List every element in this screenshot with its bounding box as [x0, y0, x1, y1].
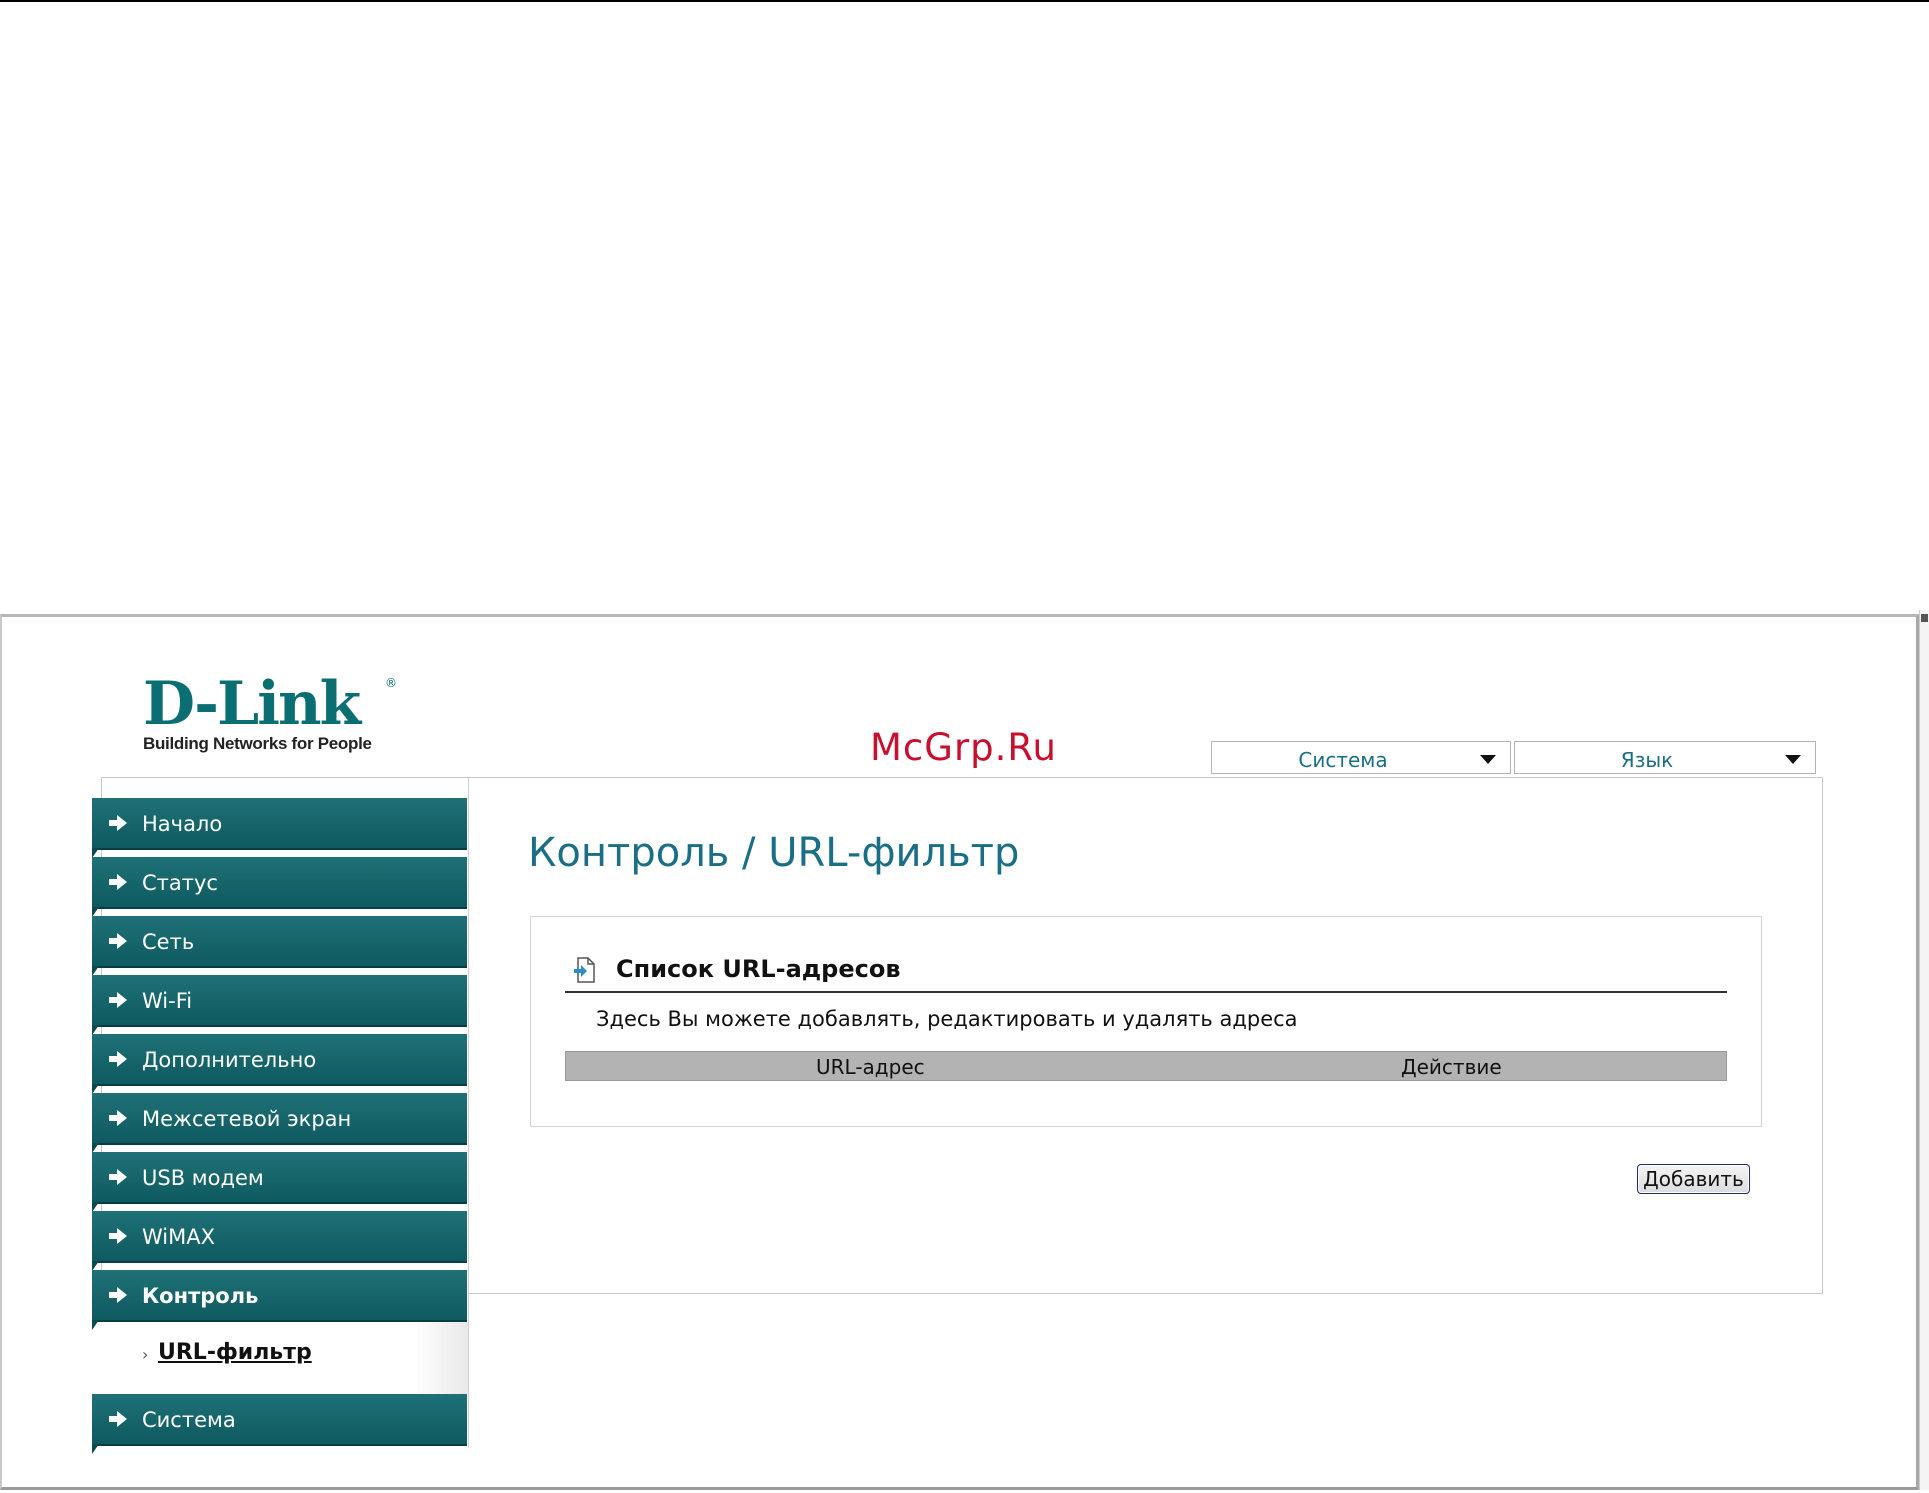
arrow-right-icon: [109, 1411, 127, 1427]
document-arrow-icon: [574, 957, 595, 983]
arrow-right-icon: [109, 1051, 127, 1067]
column-header-action: Действие: [1401, 1055, 1502, 1079]
sidebar-item-advanced[interactable]: Дополнительно: [92, 1034, 467, 1094]
sidebar-item-firewall[interactable]: Межсетевой экран: [92, 1093, 467, 1153]
column-header-url: URL-адрес: [816, 1055, 925, 1079]
url-table-header: URL-адрес Действие: [565, 1051, 1727, 1081]
arrow-right-icon: [109, 874, 127, 890]
dlink-logo: D-Link ® Building Networks for People: [143, 669, 397, 754]
logo-registered-mark: ®: [385, 676, 397, 690]
arrow-right-icon: [109, 1169, 127, 1185]
section-description: Здесь Вы можете добавлять, редактировать…: [596, 1007, 1298, 1031]
system-menu-dropdown[interactable]: Система: [1211, 741, 1511, 774]
logo-tagline: Building Networks for People: [143, 734, 372, 753]
sidebar-item-label: Wi-Fi: [142, 989, 193, 1013]
sidebar-item-system[interactable]: Система: [92, 1394, 467, 1454]
sidebar-item-usb-modem[interactable]: USB модем: [92, 1152, 467, 1212]
chevron-down-icon: [1480, 755, 1496, 764]
sidebar-item-label: Начало: [142, 812, 223, 836]
sidebar-item-wimax[interactable]: WiMAX: [92, 1211, 467, 1271]
url-list-section: Список URL-адресов Здесь Вы можете добав…: [530, 916, 1762, 1127]
sidebar-item-label: Дополнительно: [142, 1048, 317, 1072]
arrow-right-icon: [109, 1287, 127, 1303]
sidebar-item-label: Контроль: [142, 1284, 259, 1308]
add-button[interactable]: Добавить: [1637, 1164, 1750, 1194]
sidebar-item-label: Система: [142, 1408, 236, 1432]
watermark: McGrp.Ru: [870, 726, 1057, 769]
page-title: Контроль / URL-фильтр: [528, 830, 1020, 876]
arrow-right-icon: [109, 1228, 127, 1244]
chevron-down-icon: [1785, 755, 1801, 764]
sidebar-item-label: Межсетевой экран: [142, 1107, 352, 1131]
scrollbar[interactable]: [1919, 610, 1929, 1490]
top-rule: [0, 0, 1929, 2]
language-menu-label: Язык: [1620, 748, 1674, 772]
system-menu-label: Система: [1298, 748, 1388, 772]
logo-wordmark: D-Link: [143, 669, 361, 739]
arrow-right-icon: [109, 815, 127, 831]
sidebar-item-status[interactable]: Статус: [92, 857, 467, 917]
arrow-right-icon: [109, 1110, 127, 1126]
section-divider: [565, 991, 1727, 993]
sidebar-subitem-url-filter[interactable]: › URL-фильтр: [102, 1322, 468, 1394]
sidebar-item-label: WiMAX: [142, 1225, 216, 1249]
arrow-right-icon: [109, 992, 127, 1008]
sidebar-item-home[interactable]: Начало: [92, 798, 467, 858]
sidebar-item-network[interactable]: Сеть: [92, 916, 467, 976]
sidebar-item-wifi[interactable]: Wi-Fi: [92, 975, 467, 1035]
section-title: Список URL-адресов: [616, 955, 901, 983]
arrow-right-icon: [109, 933, 127, 949]
sidebar-subitem-label[interactable]: URL-фильтр: [158, 1340, 312, 1365]
chevron-right-icon: ›: [142, 1345, 149, 1364]
sidebar-item-control[interactable]: Контроль: [92, 1270, 467, 1330]
sidebar-item-label: Сеть: [142, 930, 195, 954]
sidebar-item-label: USB модем: [142, 1166, 264, 1190]
language-menu-dropdown[interactable]: Язык: [1514, 741, 1816, 774]
scroll-thumb[interactable]: [1921, 614, 1928, 622]
sidebar-item-label: Статус: [142, 871, 218, 895]
